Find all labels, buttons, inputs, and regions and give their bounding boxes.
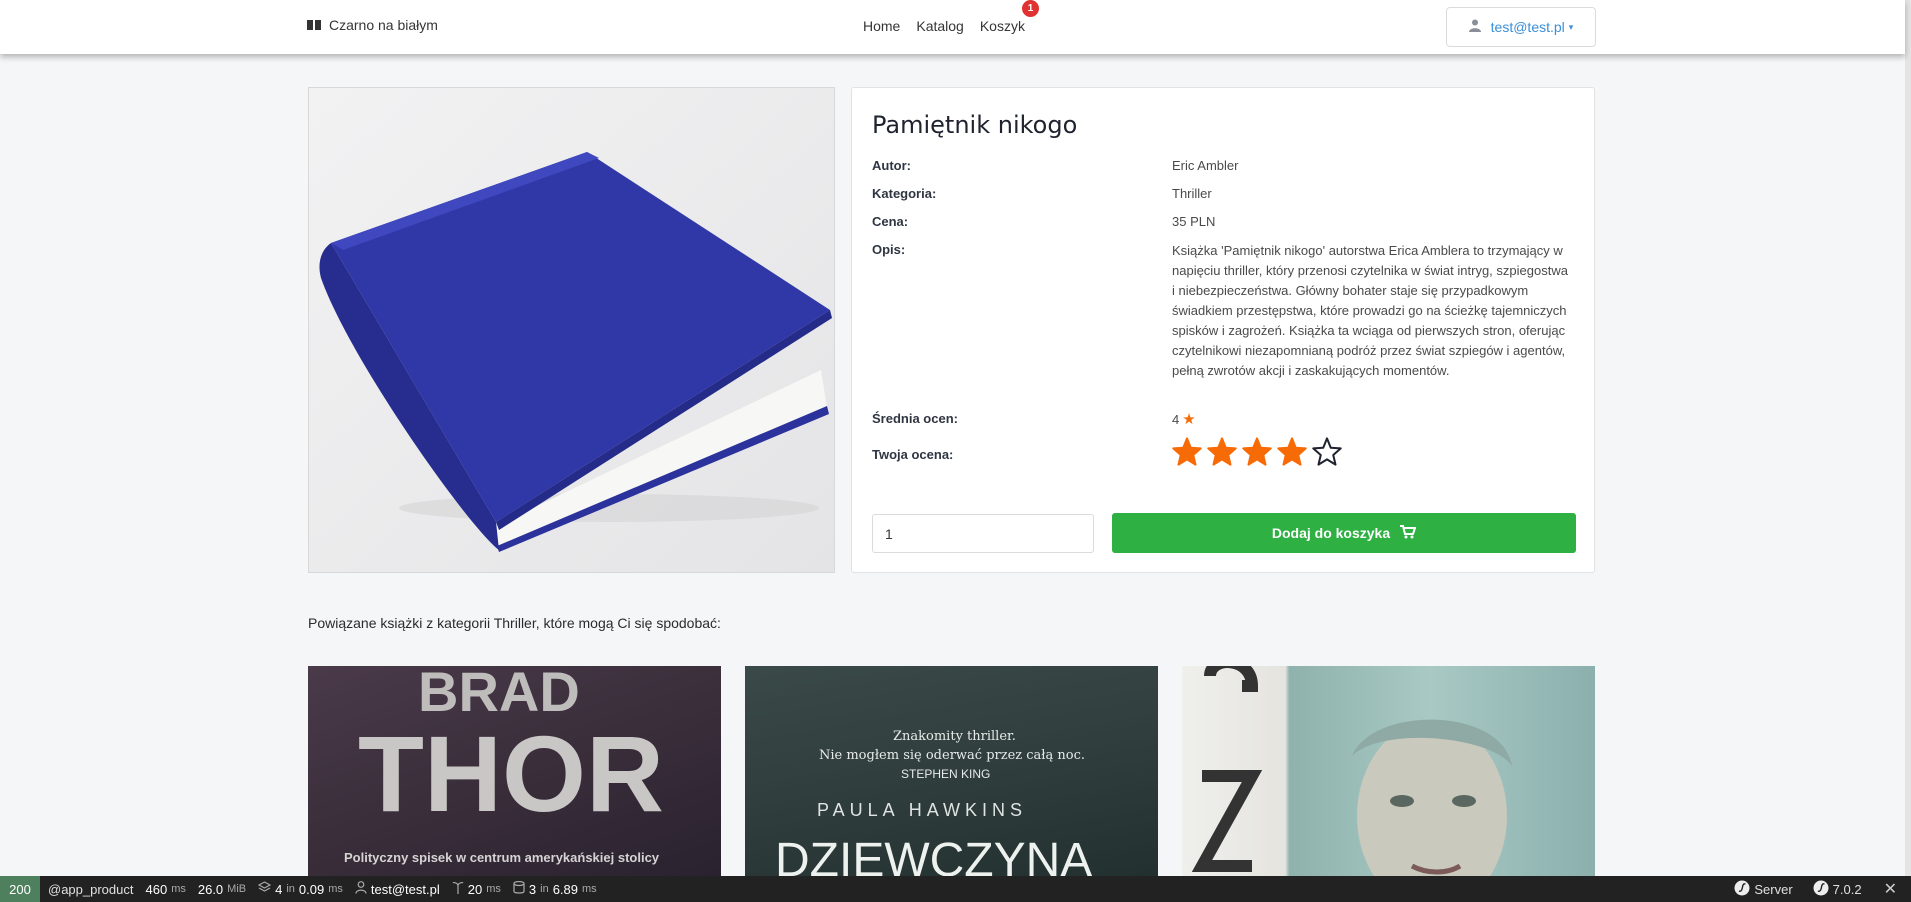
avg-rating-label: Średnia ocen: (872, 411, 958, 426)
star-icon: ★ (1182, 411, 1196, 428)
db-in: in (540, 883, 549, 895)
star-filled-icon[interactable] (1172, 437, 1202, 471)
avg-rating-value: 4 (1172, 412, 1180, 427)
symfony-version: 7.0.2 (1832, 881, 1862, 897)
cover-line: STEPHEN KING (901, 767, 990, 781)
cover-line: DZIEWCZYNA (775, 834, 1092, 876)
related-heading: Powiązane książki z kategorii Thriller, … (308, 615, 721, 631)
symfony-icon (1813, 880, 1829, 899)
product-title: Pamiętnik nikogo (872, 111, 1078, 139)
navbar: Czarno na białym Home Katalog Koszyk 1 t… (0, 0, 1905, 54)
product-details-card: Pamiętnik nikogo Autor: Eric Ambler Kate… (851, 87, 1595, 573)
twig-icon (452, 881, 464, 897)
db-unit: ms (582, 883, 597, 895)
db-queries: 3 (528, 881, 537, 897)
cart-count-badge: 1 (1021, 0, 1039, 17)
database-icon (513, 880, 525, 897)
related-book-card[interactable]: Znakomity thriller. Nie mogłem się oderw… (745, 666, 1158, 876)
toolbar-right: Server 7.0.2 ✕ (1722, 876, 1911, 902)
memory-usage[interactable]: 26.0 MiB (198, 882, 246, 897)
db-time: 6.89 (552, 881, 578, 897)
debug-toolbar: 200 @app_product 460 ms 26.0 MiB 4 in 0.09 ms… (0, 876, 1911, 902)
cover-line: PAULA HAWKINS (817, 800, 1027, 820)
server-label: Server (1754, 881, 1793, 897)
cover-line: Nie mogłem się oderwać przez całą noc. (819, 748, 1085, 763)
blue-book-illustration (309, 88, 834, 572)
layers-icon (257, 881, 272, 897)
forms-time: 0.09 (298, 881, 325, 897)
category-label: Kategoria: (872, 186, 937, 201)
main-nav: Home Katalog Koszyk 1 (863, 0, 1039, 34)
cover-line: Znakomity thriller. (893, 729, 1016, 744)
version-panel[interactable]: 7.0.2 (1813, 880, 1862, 899)
db-panel[interactable]: 3 in 6.89 ms (513, 880, 597, 897)
user-email: test@test.pl (1490, 19, 1565, 35)
page-scrollbar[interactable] (1905, 0, 1911, 876)
user-icon (355, 881, 367, 897)
forms-unit: ms (328, 883, 343, 895)
request-time-value: 460 (145, 881, 168, 897)
request-time[interactable]: 460 ms (145, 882, 185, 897)
forms-in: in (286, 883, 295, 895)
forms-panel[interactable]: 4 in 0.09 ms (257, 881, 343, 897)
brand-logo[interactable]: Czarno na białym (307, 17, 438, 33)
quantity-input[interactable] (872, 514, 1094, 553)
symfony-icon (1734, 880, 1750, 899)
related-book-card[interactable] (1182, 666, 1595, 876)
related-book-card[interactable]: BRAD THOR Polityczny spisek w centrum am… (308, 666, 721, 876)
author-value: Eric Ambler (1172, 158, 1239, 173)
memory-value: 26.0 (197, 881, 224, 897)
server-panel[interactable]: Server (1734, 880, 1793, 899)
author-label: Autor: (872, 158, 911, 173)
nav-cart-label: Koszyk (979, 18, 1025, 34)
cover-line: Polityczny spisek w centrum amerykańskie… (344, 850, 660, 865)
category-value: Thriller (1172, 186, 1212, 201)
close-icon[interactable]: ✕ (1884, 879, 1897, 899)
add-to-cart-label: Dodaj do koszyka (1271, 525, 1391, 541)
book-open-icon (307, 19, 321, 31)
cart-icon (1400, 524, 1417, 542)
route-name[interactable]: @app_product (48, 882, 133, 897)
product-cover-image (308, 87, 835, 573)
price-label: Cena: (872, 214, 909, 229)
book-cover-portrait (1191, 666, 1512, 876)
nav-cart[interactable]: Koszyk 1 (979, 0, 1039, 34)
chevron-down-icon: ▾ (1568, 21, 1574, 32)
your-rating-label: Twoja ocena: (872, 447, 954, 462)
twig-unit: ms (486, 883, 501, 895)
star-filled-icon[interactable] (1277, 437, 1307, 471)
memory-unit: MiB (227, 883, 247, 895)
description-text: Książka 'Pamiętnik nikogo' autorstwa Eri… (1172, 243, 1568, 378)
book-cover-paula-hawkins: Znakomity thriller. Nie mogłem się oderw… (775, 729, 1092, 876)
user-menu-button[interactable]: test@test.pl ▾ (1446, 7, 1596, 47)
twig-time: 20 (467, 881, 483, 897)
star-empty-icon[interactable] (1312, 437, 1342, 471)
nav-home[interactable]: Home (863, 18, 900, 34)
star-filled-icon[interactable] (1207, 437, 1237, 471)
security-panel[interactable]: test@test.pl (355, 881, 440, 897)
twig-panel[interactable]: 20 ms (452, 881, 501, 897)
description-label: Opis: (872, 242, 906, 257)
book-cover-brad-thor: BRAD THOR Polityczny spisek w centrum am… (344, 666, 664, 865)
user-icon (1468, 19, 1481, 35)
rating-stars[interactable] (1172, 437, 1342, 471)
status-badge[interactable]: 200 (0, 876, 40, 902)
price-value: 35 PLN (1172, 214, 1216, 229)
avg-rating: 4 ★ (1172, 410, 1196, 428)
star-filled-icon[interactable] (1242, 437, 1272, 471)
time-unit: ms (171, 883, 186, 895)
brand-name: Czarno na białym (329, 17, 438, 33)
cover-line: THOR (358, 713, 664, 834)
forms-count: 4 (275, 881, 283, 897)
nav-catalog[interactable]: Katalog (916, 18, 963, 34)
toolbar-user: test@test.pl (370, 881, 440, 897)
add-to-cart-button[interactable]: Dodaj do koszyka (1112, 513, 1576, 553)
